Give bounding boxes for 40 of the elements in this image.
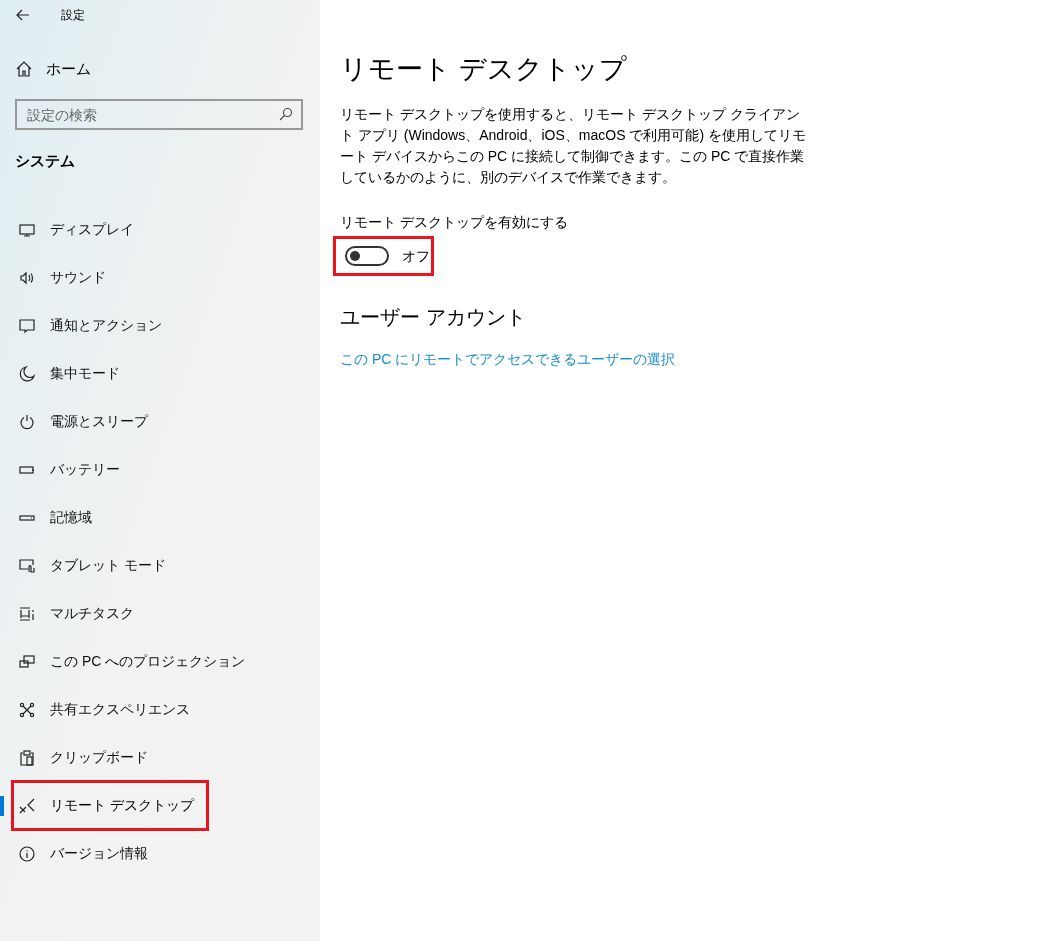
moon-icon (19, 365, 35, 382)
description-text: リモート デスクトップを使用すると、リモート デスクトップ クライアント アプリ (Windows、Android、iOS、macOS で利用可能) を使用してリモート デバイスからこの PC に接続して制御できます。この PC で直接作業しているかのように、別のデバイスで作業できます。 (340, 105, 807, 187)
back-arrow-icon (16, 9, 30, 21)
toggle-switch[interactable] (345, 246, 389, 266)
clipboard-icon (19, 749, 35, 766)
power-icon (19, 413, 35, 430)
nav-item[interactable]: クリップボード (11, 733, 163, 782)
notification-icon (19, 317, 35, 334)
nav-item[interactable]: サウンド (11, 253, 121, 302)
remote-icon (19, 797, 35, 814)
nav-item[interactable]: 集中モード (11, 349, 135, 398)
nav-item[interactable]: リモート デスクトップ (11, 780, 209, 831)
tablet-icon (19, 557, 35, 574)
select-users-link[interactable]: この PC にリモートでアクセスできるユーザーの選択 (340, 349, 676, 370)
window-title: 設定 (61, 7, 85, 24)
home-nav-item[interactable]: ホーム (16, 51, 320, 87)
nav-item[interactable]: タブレット モード (11, 541, 181, 590)
nav-item[interactable]: 通知とアクション (11, 301, 177, 350)
projection-icon (19, 653, 35, 670)
page-title: リモート デスクトップ (340, 53, 628, 86)
display-icon (19, 221, 35, 238)
info-icon (19, 845, 35, 862)
section-heading: システム (15, 151, 76, 171)
home-icon (16, 61, 32, 77)
nav-item[interactable]: 共有エクスペリエンス (11, 685, 205, 734)
nav-item[interactable]: マルチタスク (11, 589, 149, 638)
toggle-label: リモート デスクトップを有効にする (340, 213, 569, 232)
nav-item[interactable]: 電源とスリープ (11, 397, 163, 446)
toggle-state-text: オフ (402, 246, 430, 266)
search-icon (279, 107, 293, 121)
section-heading: ユーザー アカウント (340, 305, 527, 330)
nav-item[interactable]: 記憶域 (11, 493, 107, 542)
nav-item[interactable]: この PC へのプロジェクション (11, 637, 261, 686)
nav-item[interactable]: バッテリー (11, 445, 135, 494)
nav-item[interactable]: バージョン情報 (11, 829, 163, 878)
multitask-icon (19, 605, 35, 622)
shared-icon (19, 701, 35, 718)
search-field[interactable]: 設定の検索 (15, 99, 303, 130)
nav-item[interactable]: ディスプレイ (11, 205, 149, 254)
sound-icon (19, 269, 35, 286)
